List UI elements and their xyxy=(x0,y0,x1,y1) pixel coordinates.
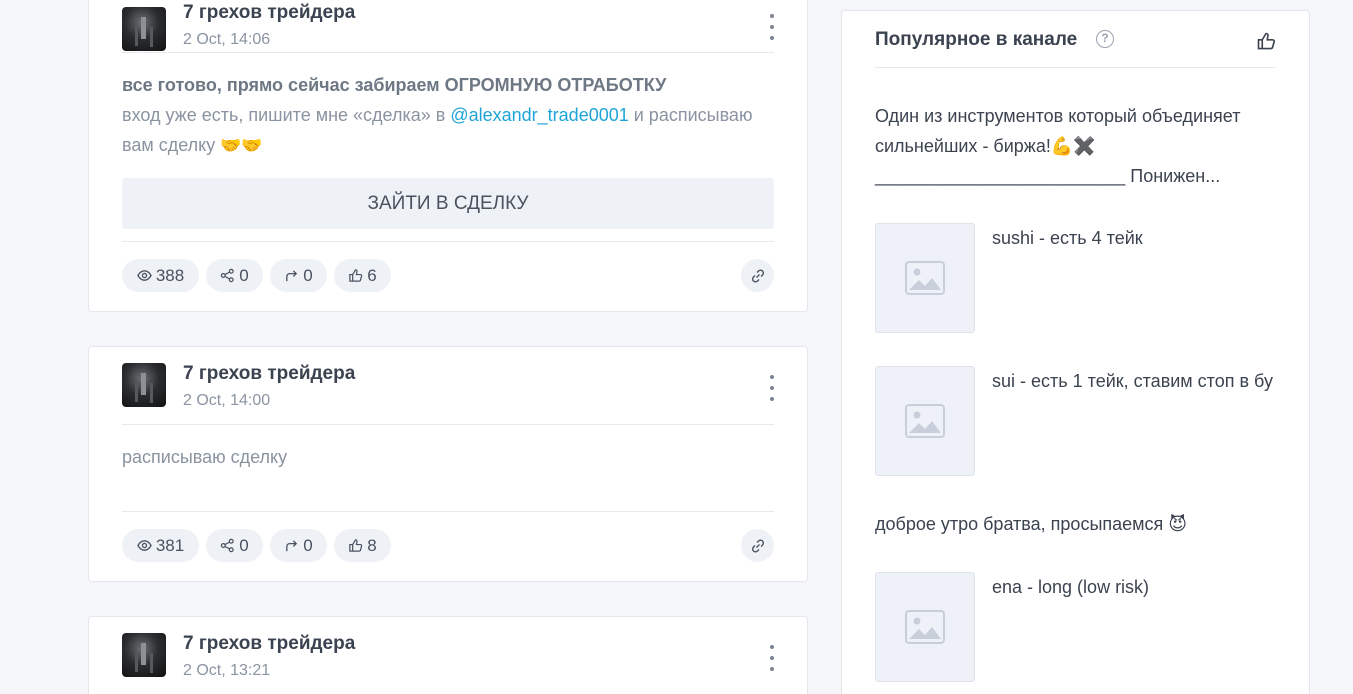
thumbs-up-icon xyxy=(349,269,363,282)
post-footer: 388 0 0 6 xyxy=(122,241,774,311)
popular-post-item[interactable]: ena - long (low risk) xyxy=(875,572,1285,682)
more-options-icon[interactable] xyxy=(766,645,778,671)
post-header: 7 грехов трейдера 2 Oct, 14:06 xyxy=(122,0,774,53)
repost-counter[interactable]: 0 xyxy=(270,259,327,292)
more-options-icon[interactable] xyxy=(766,375,778,401)
popular-text-line: Один из инструментов который объединяет xyxy=(875,106,1241,126)
channel-name[interactable]: 7 грехов трейдера xyxy=(183,633,355,655)
views-counter[interactable]: 388 xyxy=(122,259,199,292)
views-counter[interactable]: 381 xyxy=(122,529,199,562)
enter-deal-button[interactable]: ЗАЙТИ В СДЕЛКУ xyxy=(122,178,774,229)
thumbs-up-icon xyxy=(349,539,363,552)
popular-post-text[interactable]: доброе утро братва, просыпаемся 😈 xyxy=(875,509,1285,539)
channel-avatar[interactable] xyxy=(122,7,166,51)
placeholder-image-icon xyxy=(875,572,975,682)
post-text-pre: вход уже есть, пишите мне «сделка» в xyxy=(122,105,451,125)
help-icon[interactable]: ? xyxy=(1096,30,1114,48)
popular-post-caption: ena - long (low risk) xyxy=(992,577,1150,597)
eye-icon xyxy=(136,540,152,551)
share-counter[interactable]: 0 xyxy=(206,259,263,292)
channel-avatar[interactable] xyxy=(122,363,166,407)
popular-post-caption: sui - есть 1 тейк, ставим стоп в бу xyxy=(992,371,1273,391)
like-counter[interactable]: 6 xyxy=(334,259,391,292)
repost-counter[interactable]: 0 xyxy=(270,529,327,562)
more-options-icon[interactable] xyxy=(766,14,778,40)
popular-post-item[interactable]: sui - есть 1 тейк, ставим стоп в бу xyxy=(875,366,1285,476)
copy-link-button[interactable] xyxy=(741,259,774,292)
handshake-emoji: 🤝🤝 xyxy=(220,136,263,156)
post-text-bold: все готово, прямо сейчас забираем ОГРОМН… xyxy=(122,75,667,95)
placeholder-image-icon xyxy=(875,366,975,476)
link-icon xyxy=(751,538,764,553)
placeholder-image-icon xyxy=(875,223,975,333)
popular-sidebar: Популярное в канале ? Один из инструмент… xyxy=(841,10,1310,694)
views-count: 388 xyxy=(155,265,185,285)
share-counter[interactable]: 0 xyxy=(206,529,263,562)
post-header: 7 грехов трейдера 2 Oct, 13:21 xyxy=(122,617,774,694)
likes-count: 8 xyxy=(367,535,377,555)
channel-avatar[interactable] xyxy=(122,633,166,677)
thumbs-up-icon[interactable] xyxy=(1256,31,1276,51)
popular-text-line: сильнейших - биржа!💪✖️ xyxy=(875,136,1096,156)
repost-arrow-icon xyxy=(286,540,298,552)
popular-post-caption: sushi - есть 4 тейк xyxy=(992,228,1143,248)
shares-count: 0 xyxy=(239,265,249,285)
channel-name[interactable]: 7 грехов трейдера xyxy=(183,363,355,385)
repost-arrow-icon xyxy=(286,270,298,282)
post-card: 7 грехов трейдера 2 Oct, 13:21 xyxy=(88,616,808,694)
popular-post-item[interactable]: sushi - есть 4 тейк xyxy=(875,223,1285,333)
post-date: 2 Oct, 14:06 xyxy=(183,31,271,48)
channel-name[interactable]: 7 грехов трейдера xyxy=(183,2,355,24)
post-text-content: расписываю сделку xyxy=(122,447,288,467)
post-date: 2 Oct, 13:21 xyxy=(183,662,271,679)
post-card: 7 грехов трейдера 2 Oct, 14:06 все готов… xyxy=(88,0,808,312)
post-header: 7 грехов трейдера 2 Oct, 14:00 xyxy=(122,347,774,425)
eye-icon xyxy=(136,270,152,281)
reposts-count: 0 xyxy=(303,265,313,285)
mention-link[interactable]: @alexandr_trade0001 xyxy=(450,105,628,125)
link-icon xyxy=(751,268,764,283)
post-text: все готово, прямо сейчас забираем ОГРОМН… xyxy=(122,53,774,161)
sidebar-title: Популярное в канале xyxy=(875,29,1078,50)
sidebar-header: Популярное в канале ? xyxy=(875,11,1276,68)
post-card: 7 грехов трейдера 2 Oct, 14:00 расписыва… xyxy=(88,346,808,582)
views-count: 381 xyxy=(155,535,185,555)
share-icon xyxy=(221,268,234,283)
popular-post-text[interactable]: Один из инструментов который объединяет … xyxy=(875,101,1285,191)
copy-link-button[interactable] xyxy=(741,529,774,562)
popular-text-line: _________________________ Понижен... xyxy=(875,166,1221,186)
likes-count: 6 xyxy=(367,265,377,285)
post-date: 2 Oct, 14:00 xyxy=(183,392,271,409)
popular-text-line: доброе утро братва, просыпаемся 😈 xyxy=(875,514,1188,534)
post-footer: 381 0 0 8 xyxy=(122,511,774,581)
like-counter[interactable]: 8 xyxy=(334,529,391,562)
share-icon xyxy=(221,538,234,553)
reposts-count: 0 xyxy=(303,535,313,555)
post-text: расписываю сделку xyxy=(122,425,774,472)
shares-count: 0 xyxy=(239,535,249,555)
